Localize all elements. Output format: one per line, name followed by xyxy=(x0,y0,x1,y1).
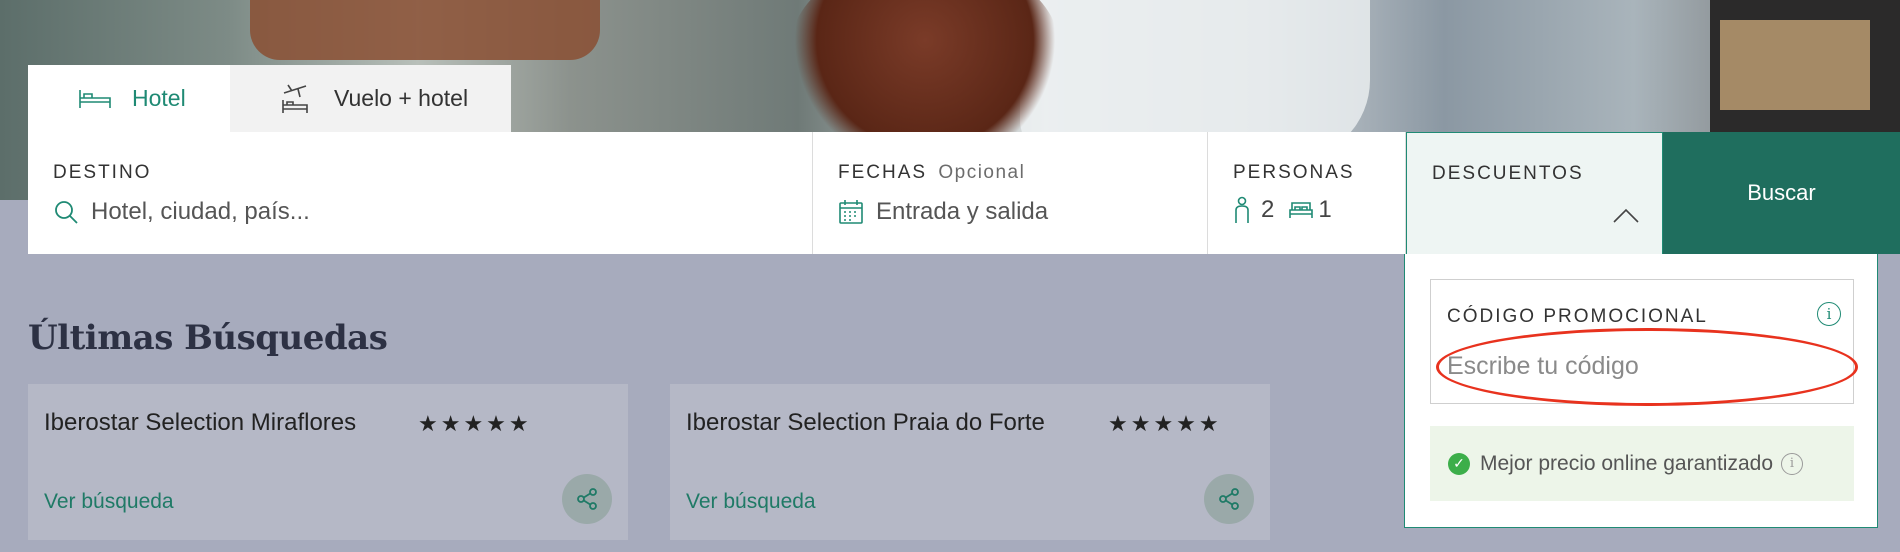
recent-search-card[interactable]: Iberostar Selection Praia do Forte ★★★★★… xyxy=(670,384,1270,540)
chevron-up-icon[interactable] xyxy=(1612,208,1640,229)
share-icon xyxy=(575,487,599,511)
tab-hotel[interactable]: Hotel xyxy=(28,65,230,132)
people-label: PERSONAS xyxy=(1233,162,1355,183)
best-price-banner: ✓ Mejor precio online garantizado i xyxy=(1430,426,1854,501)
best-price-info-icon[interactable]: i xyxy=(1781,452,1804,475)
recent-search-card[interactable]: Iberostar Selection Miraflores ★★★★★ Ver… xyxy=(28,384,628,540)
info-icon[interactable]: i xyxy=(1817,302,1841,326)
calendar-icon xyxy=(838,199,864,225)
view-search-link[interactable]: Ver búsqueda xyxy=(686,490,816,514)
star-rating: ★★★★★ xyxy=(418,411,532,436)
hero-tray xyxy=(250,0,600,60)
dates-value: Entrada y salida xyxy=(876,198,1049,225)
recent-searches-title: Últimas Búsquedas xyxy=(28,318,388,358)
discounts-field[interactable]: DESCUENTOS xyxy=(1406,132,1663,254)
promo-code-label: CÓDIGO PROMOCIONAL xyxy=(1447,306,1708,327)
dates-optional-label: Opcional xyxy=(938,162,1026,183)
search-button[interactable]: Buscar xyxy=(1663,132,1900,254)
discounts-label: DESCUENTOS xyxy=(1432,163,1584,184)
destination-field[interactable]: DESTINO Hotel, ciudad, país... xyxy=(28,132,813,254)
rooms-count: 1 xyxy=(1318,196,1332,223)
destination-placeholder: Hotel, ciudad, país... xyxy=(91,198,310,225)
bed-icon xyxy=(78,86,112,112)
dates-field[interactable]: FECHAS Opcional Entrada y salida xyxy=(813,132,1208,254)
search-bar: DESTINO Hotel, ciudad, país... FECHAS Op… xyxy=(28,132,1900,254)
promo-code-box: CÓDIGO PROMOCIONAL i xyxy=(1430,279,1858,406)
share-button[interactable] xyxy=(562,474,612,524)
dates-label: FECHAS xyxy=(838,162,928,183)
tab-flight-hotel[interactable]: Vuelo + hotel xyxy=(230,65,511,132)
best-price-text: Mejor precio online garantizado xyxy=(1480,451,1774,475)
share-button[interactable] xyxy=(1204,474,1254,524)
hotel-name: Iberostar Selection Miraflores xyxy=(44,409,357,436)
share-icon xyxy=(1217,487,1241,511)
search-tabs: Hotel Vuelo + hotel xyxy=(28,65,511,132)
hero-shelf-wood xyxy=(1720,20,1870,110)
star-rating: ★★★★★ xyxy=(1108,411,1222,436)
destination-label: DESTINO xyxy=(53,162,152,183)
plane-bed-icon xyxy=(280,84,314,113)
room-bed-icon xyxy=(1288,200,1314,220)
hotel-name: Iberostar Selection Praia do Forte xyxy=(686,409,1045,436)
adults-count: 2 xyxy=(1261,196,1275,223)
view-search-link[interactable]: Ver búsqueda xyxy=(44,490,174,514)
tab-hotel-label: Hotel xyxy=(132,85,186,111)
people-field[interactable]: PERSONAS 2 1 xyxy=(1208,132,1406,254)
check-icon: ✓ xyxy=(1448,452,1470,475)
person-icon xyxy=(1233,196,1251,224)
search-icon xyxy=(53,199,79,225)
promo-code-input[interactable] xyxy=(1447,346,1837,386)
tab-flight-hotel-label: Vuelo + hotel xyxy=(334,85,469,111)
discounts-dropdown: CÓDIGO PROMOCIONAL i ✓ Mejor precio onli… xyxy=(1404,254,1878,528)
